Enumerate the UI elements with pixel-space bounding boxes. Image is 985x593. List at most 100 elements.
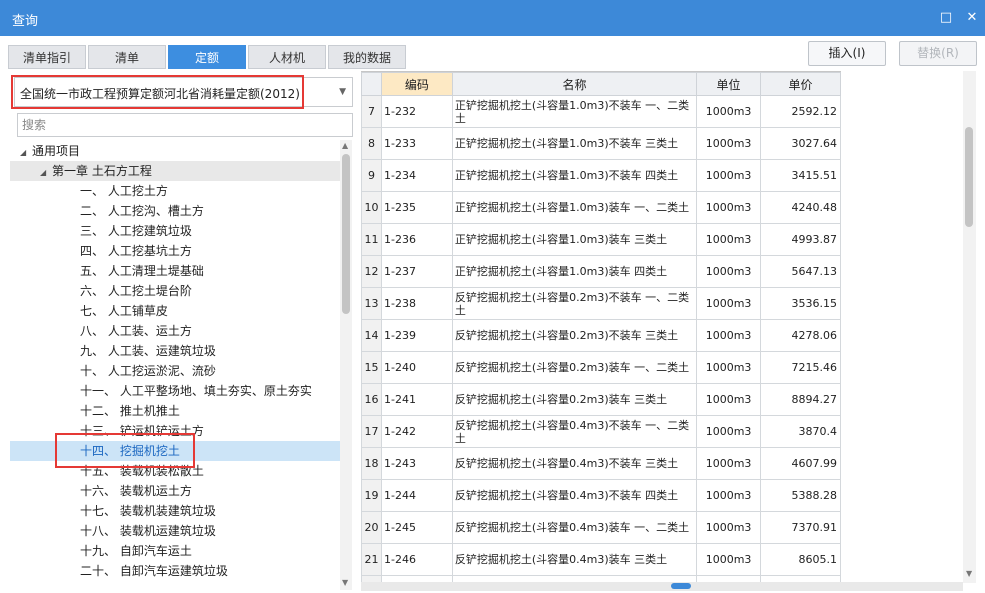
tree-item[interactable]: 一、 人工挖土方 <box>10 181 340 201</box>
table-row[interactable]: 14 1-239 反铲挖掘机挖土(斗容量0.2m3)不装车 三类土 1000m3 427… <box>361 319 841 352</box>
cell-price: 4607.99 <box>760 447 841 480</box>
tab-labor-material-machine[interactable]: 人材机 <box>248 45 326 69</box>
cell-price: 5647.13 <box>760 255 841 288</box>
table-row[interactable]: 11 1-236 正铲挖掘机挖土(斗容量1.0m3)装车 三类土 1000m3 4993… <box>361 223 841 256</box>
cell-price: 3536.15 <box>760 287 841 320</box>
tree-item[interactable]: 七、 人工铺草皮 <box>10 301 340 321</box>
table-row[interactable]: 8 1-233 正铲挖掘机挖土(斗容量1.0m3)不装车 三类土 1000m3 3027… <box>361 127 841 160</box>
tree-item[interactable]: ◢ 通用项目 <box>10 141 340 161</box>
cell-name: 反铲挖掘机挖土(斗容量0.4m3)装车 三类土 <box>451 543 698 576</box>
title-bar: 查询 □ ✕ <box>0 0 985 36</box>
replace-button[interactable]: 替换(R) <box>899 41 977 66</box>
tree-item[interactable]: 十、 人工挖运淤泥、流砂 <box>10 361 340 381</box>
tree-item-label: 十九、 自卸汽车运土 <box>80 544 192 558</box>
tree-item[interactable]: 十七、 装载机装建筑垃圾 <box>10 501 340 521</box>
cell-num: 8 <box>361 127 382 160</box>
cell-num: 21 <box>361 543 382 576</box>
window-title: 查询 <box>12 14 39 29</box>
cell-price: 7215.46 <box>760 351 841 384</box>
close-icon[interactable]: ✕ <box>963 9 981 27</box>
expand-arrow-icon[interactable]: ◢ <box>20 143 32 163</box>
insert-button[interactable]: 插入(I) <box>808 41 886 66</box>
cell-unit: 1000m3 <box>696 479 762 512</box>
table-header-row: 编码 名称 单位 单价 <box>361 72 841 96</box>
chevron-down-icon[interactable]: ▼ <box>339 87 346 97</box>
expand-arrow-icon[interactable]: ◢ <box>40 163 52 183</box>
table-row[interactable]: 9 1-234 正铲挖掘机挖土(斗容量1.0m3)不装车 四类土 1000m3 3415… <box>361 159 841 192</box>
table-row[interactable]: 20 1-245 反铲挖掘机挖土(斗容量0.4m3)装车 一、二类土 1000m3 73… <box>361 511 841 544</box>
table-row[interactable]: 18 1-243 反铲挖掘机挖土(斗容量0.4m3)不装车 三类土 1000m3 460… <box>361 447 841 480</box>
table-row[interactable]: 15 1-240 反铲挖掘机挖土(斗容量0.2m3)装车 一、二类土 1000m3 72… <box>361 351 841 384</box>
cell-unit: 1000m3 <box>696 415 762 448</box>
table-row[interactable]: 17 1-242 反铲挖掘机挖土(斗容量0.4m3)不装车 一、二类土 1000m3 3… <box>361 415 841 448</box>
header-code[interactable]: 编码 <box>380 72 453 96</box>
cell-price: 3415.51 <box>760 159 841 192</box>
highlight-box <box>55 433 195 468</box>
cell-num: 13 <box>361 287 382 320</box>
scroll-down-icon[interactable]: ▼ <box>342 578 348 587</box>
tree-item[interactable]: 二、 人工挖沟、槽土方 <box>10 201 340 221</box>
tree-scrollbar[interactable]: ▲ ▼ <box>340 140 352 590</box>
tree-item[interactable]: 九、 人工装、运建筑垃圾 <box>10 341 340 361</box>
restore-icon[interactable]: □ <box>937 9 955 27</box>
cell-code: 1-238 <box>380 287 453 320</box>
tab-quota[interactable]: 定额 <box>168 45 246 69</box>
table-row[interactable]: 16 1-241 反铲挖掘机挖土(斗容量0.2m3)装车 三类土 1000m3 8894… <box>361 383 841 416</box>
tree-item[interactable]: ◢ 第一章 土石方工程 <box>10 161 340 181</box>
table-row[interactable]: 13 1-238 反铲挖掘机挖土(斗容量0.2m3)不装车 一、二类土 1000m3 3… <box>361 287 841 320</box>
cell-num: 7 <box>361 95 382 128</box>
tree-item-label: 四、 人工挖基坑土方 <box>80 244 192 258</box>
cell-code: 1-240 <box>380 351 453 384</box>
tree-item[interactable]: 十六、 装载机运土方 <box>10 481 340 501</box>
tree-item[interactable]: 三、 人工挖建筑垃圾 <box>10 221 340 241</box>
cell-price: 5388.28 <box>760 479 841 512</box>
scroll-thumb[interactable] <box>965 127 973 227</box>
tab-my-data[interactable]: 我的数据 <box>328 45 406 69</box>
cell-code: 1-235 <box>380 191 453 224</box>
table-row[interactable]: 21 1-246 反铲挖掘机挖土(斗容量0.4m3)装车 三类土 1000m3 8605… <box>361 543 841 576</box>
header-index <box>361 72 382 96</box>
tree-item-label: 十、 人工挖运淤泥、流砂 <box>80 364 216 378</box>
tree-item[interactable]: 十二、 推土机推土 <box>10 401 340 421</box>
header-price[interactable]: 单价 <box>760 72 841 96</box>
table-row[interactable]: 10 1-235 正铲挖掘机挖土(斗容量1.0m3)装车 一、二类土 1000m3 42… <box>361 191 841 224</box>
cell-unit: 1000m3 <box>696 191 762 224</box>
cell-num: 18 <box>361 447 382 480</box>
quota-table: 编码 名称 单位 单价 7 1-232 正铲挖掘机挖土(斗容量1.0m3)不装车 一… <box>361 71 841 590</box>
cell-price: 3870.4 <box>760 415 841 448</box>
scroll-thumb[interactable] <box>342 154 350 314</box>
cell-price: 3027.64 <box>760 127 841 160</box>
cell-code: 1-233 <box>380 127 453 160</box>
table-row[interactable]: 7 1-232 正铲挖掘机挖土(斗容量1.0m3)不装车 一、二类土 1000m3 25… <box>361 95 841 128</box>
cell-name: 反铲挖掘机挖土(斗容量0.4m3)不装车 四类土 <box>451 479 698 512</box>
header-name[interactable]: 名称 <box>451 72 698 96</box>
tree-item-label: 第一章 土石方工程 <box>52 164 152 178</box>
tree-item[interactable]: 四、 人工挖基坑土方 <box>10 241 340 261</box>
search-input[interactable] <box>17 113 353 137</box>
tab-list-guide[interactable]: 清单指引 <box>8 45 86 69</box>
tree-item[interactable]: 八、 人工装、运土方 <box>10 321 340 341</box>
header-unit[interactable]: 单位 <box>696 72 762 96</box>
tree-item[interactable]: 二十、 自卸汽车运建筑垃圾 <box>10 561 340 581</box>
tree-item-label: 三、 人工挖建筑垃圾 <box>80 224 192 238</box>
tree-item[interactable]: 十八、 装载机运建筑垃圾 <box>10 521 340 541</box>
cell-num: 20 <box>361 511 382 544</box>
cell-name: 反铲挖掘机挖土(斗容量0.2m3)不装车 一、二类土 <box>451 287 698 320</box>
tree-item[interactable]: 十九、 自卸汽车运土 <box>10 541 340 561</box>
tree-item-label: 通用项目 <box>32 144 81 158</box>
cell-unit: 1000m3 <box>696 223 762 256</box>
scroll-down-icon[interactable]: ▼ <box>966 569 972 578</box>
cell-num: 17 <box>361 415 382 448</box>
tree-item[interactable]: 十一、 人工平整场地、填土夯实、原土夯实 <box>10 381 340 401</box>
cell-unit: 1000m3 <box>696 319 762 352</box>
tree-item-label: 二、 人工挖沟、槽土方 <box>80 204 204 218</box>
table-scrollbar[interactable]: ▼ <box>963 71 976 583</box>
table-row[interactable]: 12 1-237 正铲挖掘机挖土(斗容量1.0m3)装车 四类土 1000m3 5647… <box>361 255 841 288</box>
table-horizontal-scrollbar[interactable] <box>361 582 963 591</box>
scroll-up-icon[interactable]: ▲ <box>342 141 348 150</box>
tab-list[interactable]: 清单 <box>88 45 166 69</box>
table-row[interactable]: 19 1-244 反铲挖掘机挖土(斗容量0.4m3)不装车 四类土 1000m3 538… <box>361 479 841 512</box>
tree-item[interactable]: 六、 人工挖土堤台阶 <box>10 281 340 301</box>
tree-item[interactable]: 五、 人工清理土堤基础 <box>10 261 340 281</box>
scroll-thumb[interactable] <box>671 583 691 589</box>
